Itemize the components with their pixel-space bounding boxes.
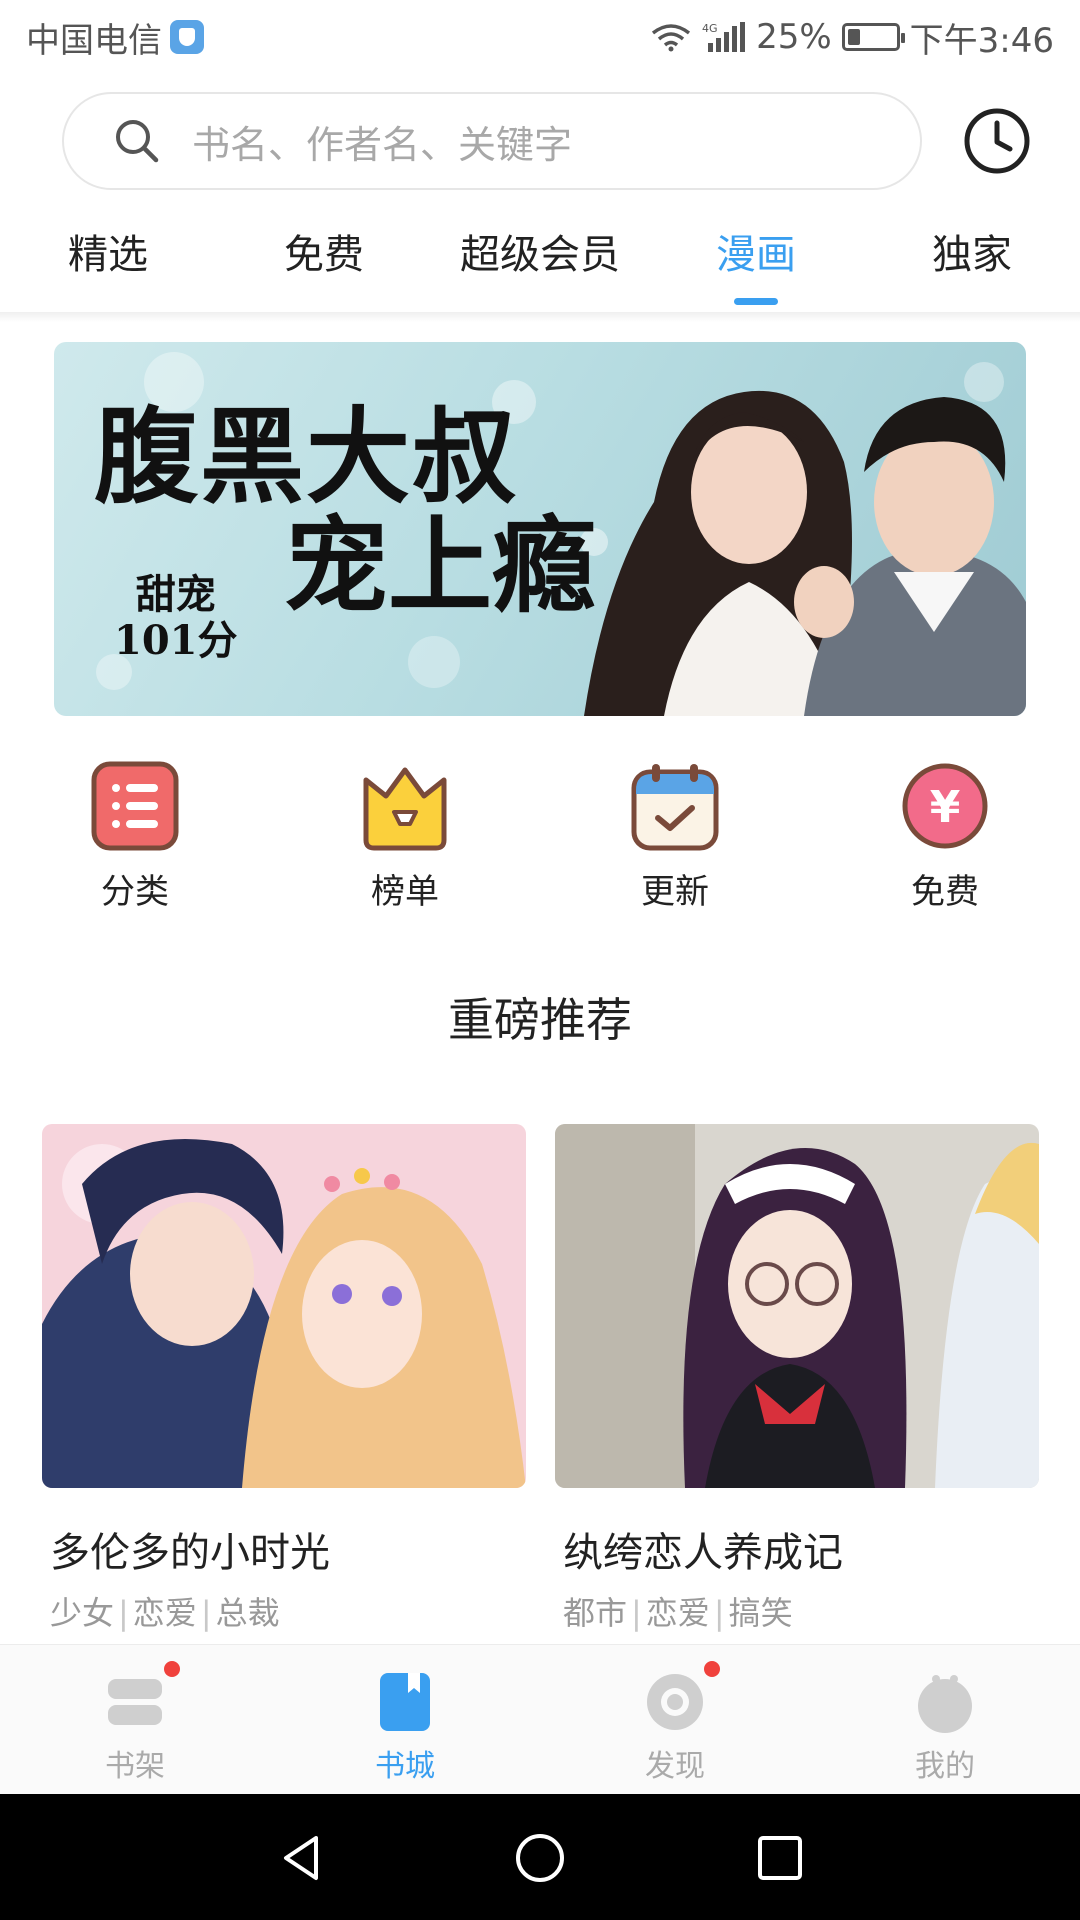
carrier-name: 中国电信 xyxy=(26,20,162,61)
section-title: 重磅推荐 xyxy=(448,993,632,1047)
nav-discover[interactable]: 发现 xyxy=(605,1661,745,1785)
nav-bookstore-label: 书城 xyxy=(375,1749,435,1784)
comic-title: 纨绔恋人养成记 xyxy=(563,1530,843,1576)
discover-eye-icon xyxy=(647,1674,703,1730)
comic-card[interactable]: 纨绔恋人养成记 都市 | 恋爱 | 搞笑 xyxy=(555,1124,1039,1634)
nav-bookshelf[interactable]: 书架 xyxy=(65,1661,205,1785)
tab-featured[interactable]: 精选 xyxy=(68,222,148,280)
shortcut-rankings[interactable]: 榜单 xyxy=(330,760,480,913)
tab-comics[interactable]: 漫画 xyxy=(716,222,796,280)
status-bar: 中国电信 4G 25% 下午3:46 xyxy=(0,0,1080,74)
comic-tag: 少女 xyxy=(50,1594,115,1632)
comic-cover-image xyxy=(555,1124,1039,1488)
search-placeholder: 书名、作者名、关键字 xyxy=(192,122,573,167)
home-icon[interactable] xyxy=(514,1832,566,1884)
banner-title-line2: 宠上瘾 xyxy=(284,504,597,628)
nav-discover-label: 发现 xyxy=(645,1749,705,1784)
calendar-check-icon xyxy=(631,764,719,851)
cell-signal-icon: 4G xyxy=(702,22,746,52)
search-input[interactable]: 书名、作者名、关键字 xyxy=(62,92,922,190)
comic-cover-image xyxy=(42,1124,526,1488)
shortcut-free-label: 免费 xyxy=(911,872,979,912)
banner-characters-illustration xyxy=(584,390,1026,716)
bottom-navigation: 书架 书城 发现 我的 xyxy=(0,1644,1080,1794)
crown-icon xyxy=(363,767,447,851)
shortcut-rankings-label: 榜单 xyxy=(371,872,439,912)
profile-face-icon xyxy=(918,1675,972,1733)
nav-bookstore[interactable]: 书城 xyxy=(335,1669,475,1785)
category-tabs: 精选 免费 超级会员 漫画 独家 xyxy=(0,222,1080,314)
yen-coin-icon: ¥ xyxy=(902,763,988,849)
nav-bookshelf-label: 书架 xyxy=(105,1749,165,1784)
back-icon[interactable] xyxy=(276,1832,328,1884)
battery-level-fill xyxy=(847,29,860,45)
tab-exclusive[interactable]: 独家 xyxy=(932,222,1012,280)
notification-dot xyxy=(704,1661,720,1677)
shortcut-updates[interactable]: 更新 xyxy=(600,760,750,913)
comic-tag: 恋爱 xyxy=(132,1594,197,1632)
active-tab-indicator xyxy=(734,298,778,305)
bookshelf-icon xyxy=(108,1679,162,1725)
system-navigation-bar xyxy=(0,1794,1080,1920)
search-icon xyxy=(116,120,159,163)
category-list-icon xyxy=(91,761,179,851)
comic-card[interactable]: 多伦多的小时光 少女 | 恋爱 | 总裁 xyxy=(42,1124,526,1634)
promo-banner[interactable]: 腹黑大叔 宠上瘾 甜宠 101分 xyxy=(54,342,1026,716)
recent-apps-icon[interactable] xyxy=(754,1832,806,1884)
comic-tag: 恋爱 xyxy=(645,1594,710,1632)
history-clock-icon[interactable] xyxy=(962,106,1032,176)
tab-super-vip[interactable]: 超级会员 xyxy=(460,222,620,280)
comic-tags: 都市 | 恋爱 | 搞笑 xyxy=(563,1594,793,1632)
battery-icon xyxy=(841,23,905,51)
battery-percent: 25% xyxy=(756,17,832,57)
tab-free[interactable]: 免费 xyxy=(284,222,364,280)
comic-tags: 少女 | 恋爱 | 总裁 xyxy=(50,1594,280,1632)
svg-text:¥: ¥ xyxy=(930,782,961,833)
comic-tag: 都市 xyxy=(563,1594,628,1632)
banner-badge-line2: 101分 xyxy=(114,617,238,664)
shortcut-category-label: 分类 xyxy=(101,872,169,912)
shortcut-category[interactable]: 分类 xyxy=(60,760,210,913)
shortcut-updates-label: 更新 xyxy=(641,872,709,912)
comic-tag: 搞笑 xyxy=(728,1594,793,1632)
network-type-label: 4G xyxy=(702,22,718,35)
wifi-icon xyxy=(651,24,691,52)
comic-title: 多伦多的小时光 xyxy=(50,1530,330,1576)
shield-icon xyxy=(170,20,204,54)
comic-tag: 总裁 xyxy=(215,1594,280,1632)
nav-profile[interactable]: 我的 xyxy=(875,1669,1015,1785)
banner-title-line1: 腹黑大叔 xyxy=(94,395,519,518)
clock: 下午3:46 xyxy=(909,20,1054,61)
notification-dot xyxy=(164,1661,180,1677)
banner-badge-line1: 甜宠 xyxy=(135,571,216,618)
nav-profile-label: 我的 xyxy=(915,1749,975,1784)
tabs-divider xyxy=(0,312,1080,322)
book-store-icon xyxy=(380,1673,430,1731)
shortcut-free[interactable]: ¥ 免费 xyxy=(870,760,1020,913)
